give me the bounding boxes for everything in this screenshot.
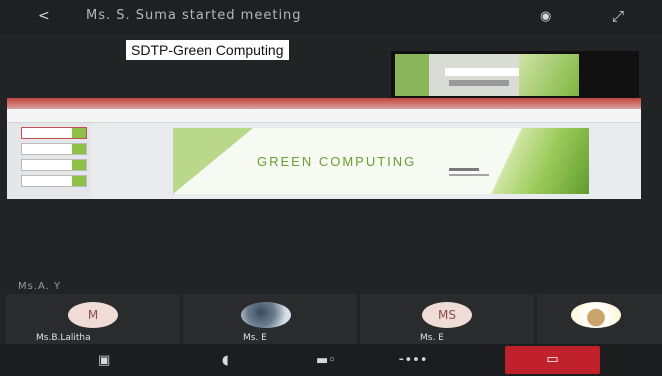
- microphone-icon[interactable]: ◖: [222, 353, 229, 368]
- video-camera-icon[interactable]: ▣: [98, 353, 110, 368]
- participant-name: Ms.B.Lalitha: [36, 333, 91, 343]
- participant-name: Ms. E: [420, 333, 444, 343]
- slide-canvas: GREEN COMPUTING: [91, 123, 641, 199]
- participant-tile[interactable]: [537, 294, 662, 344]
- speaker-icon[interactable]: ▬◦: [316, 353, 336, 368]
- more-options-icon[interactable]: ⁃•••: [398, 353, 428, 368]
- current-slide: GREEN COMPUTING: [173, 128, 589, 194]
- end-call-button[interactable]: ▭: [505, 346, 600, 374]
- participant-tile[interactable]: Ms. E: [183, 294, 357, 344]
- slide-title: GREEN COMPUTING: [257, 154, 417, 169]
- chevron-left-icon[interactable]: <: [38, 8, 50, 24]
- slide-thumbnail: [21, 175, 87, 187]
- slide-thumbnail: [21, 159, 87, 171]
- slide-thumbnail: [21, 127, 87, 139]
- audio-output-icon[interactable]: ◉: [540, 9, 551, 24]
- call-controls-bar: ▣ ◖ ▬◦ ⁃••• ▭: [0, 344, 662, 376]
- meeting-screen: < Ms. S. Suma started meeting ◉ ⤢ SDTP-G…: [0, 0, 662, 376]
- shared-screen[interactable]: GREEN COMPUTING: [7, 98, 641, 199]
- participant-tile[interactable]: M Ms.B.Lalitha: [6, 294, 180, 344]
- meeting-title: Ms. S. Suma started meeting: [86, 8, 302, 23]
- share-icon[interactable]: ⤢: [612, 7, 624, 25]
- top-bar: < Ms. S. Suma started meeting ◉ ⤢: [0, 0, 662, 34]
- ppt-toolbar: [7, 109, 641, 123]
- avatar: M: [68, 302, 118, 328]
- participant-name: Ms. E: [243, 333, 267, 343]
- active-speaker-label: Ms.A. Y: [18, 281, 62, 292]
- slide-thumbnail-pane: [7, 123, 91, 199]
- preview-slide-thumbnail: [395, 54, 579, 96]
- avatar: MS: [422, 302, 472, 328]
- shared-content-label: SDTP-Green Computing: [126, 40, 289, 60]
- avatar: [571, 302, 621, 328]
- end-call-icon: ▭: [546, 352, 559, 367]
- ppt-ribbon: [7, 98, 641, 109]
- slide-thumbnail: [21, 143, 87, 155]
- avatar: [241, 302, 291, 328]
- participant-tile[interactable]: MS Ms. E: [360, 294, 534, 344]
